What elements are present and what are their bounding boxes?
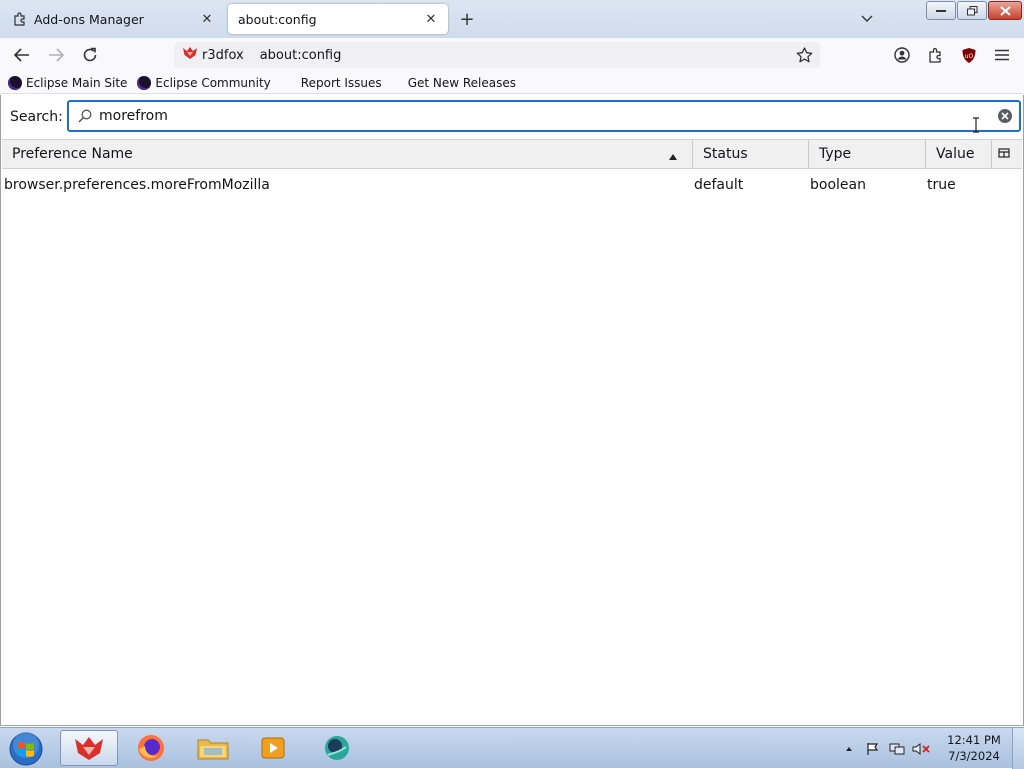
column-header-label: Type	[819, 146, 852, 162]
taskbar-r3dfox-button[interactable]	[60, 730, 118, 766]
taskbar-app-button[interactable]	[308, 730, 366, 766]
clear-search-icon[interactable]	[997, 108, 1013, 124]
eclipse-icon	[137, 75, 152, 90]
svg-text:uO: uO	[965, 53, 974, 60]
identity-box[interactable]: r3dfox	[176, 44, 250, 66]
table-row[interactable]: browser.preferences.moreFromMozilla defa…	[2, 171, 1022, 199]
cell-value: true	[927, 177, 956, 193]
folder-icon	[197, 739, 229, 760]
window-controls	[926, 1, 1022, 20]
column-header-preference-name[interactable]: Preference Name	[2, 140, 692, 168]
firefox-icon	[138, 735, 164, 761]
search-icon	[77, 108, 93, 124]
bookmark-star-icon[interactable]	[792, 43, 816, 67]
ublock-shield-icon[interactable]: uO	[957, 43, 981, 67]
tab-close-icon[interactable]: ✕	[422, 10, 440, 28]
app-globe-icon	[325, 736, 349, 760]
search-box[interactable]	[67, 100, 1021, 132]
extensions-puzzle-icon[interactable]	[924, 43, 948, 67]
puzzle-icon	[12, 11, 28, 27]
url-bar[interactable]: r3dfox about:config	[174, 42, 820, 68]
action-center-flag-icon[interactable]	[864, 740, 882, 758]
column-header-label: Preference Name	[12, 146, 133, 162]
clock[interactable]: 12:41 PM 7/3/2024	[940, 732, 1008, 764]
bookmark-eclipse-main-site[interactable]: Eclipse Main Site	[4, 73, 131, 93]
tab-strip: Add-ons Manager ✕ about:config ✕ +	[0, 0, 1024, 38]
column-picker-icon[interactable]	[998, 147, 1012, 161]
tab-title: about:config	[238, 11, 317, 27]
column-header-label: Value	[936, 146, 975, 162]
minimize-button[interactable]	[926, 1, 956, 20]
account-icon[interactable]	[890, 43, 914, 67]
bookmark-eclipse-community[interactable]: Eclipse Community	[133, 73, 274, 93]
network-icon[interactable]	[888, 740, 906, 758]
bookmark-label: Eclipse Main Site	[26, 75, 128, 90]
back-arrow-icon[interactable]	[10, 43, 34, 67]
text-cursor-icon	[971, 117, 981, 133]
bookmark-report-issues[interactable]: Report Issues	[297, 73, 386, 93]
sort-ascending-icon	[668, 149, 678, 160]
volume-muted-icon[interactable]	[912, 740, 930, 758]
column-header-value[interactable]: Value	[925, 140, 991, 168]
hamburger-menu-icon[interactable]	[990, 43, 1014, 67]
clock-time: 12:41 PM	[947, 733, 1001, 747]
taskbar: 12:41 PM 7/3/2024	[0, 727, 1024, 769]
about-config-page: Search: Preference Name Status Type Valu…	[0, 95, 1024, 726]
clock-date: 7/3/2024	[948, 749, 1000, 763]
bookmark-get-new-releases[interactable]: Get New Releases	[404, 73, 520, 93]
start-button[interactable]	[6, 731, 46, 767]
bookmark-label: Get New Releases	[407, 75, 517, 90]
windows-logo-icon	[9, 732, 43, 766]
tab-title: Add-ons Manager	[34, 11, 144, 27]
eclipse-icon	[8, 75, 22, 90]
search-label: Search:	[10, 109, 63, 125]
identity-label: r3dfox	[202, 47, 244, 63]
media-player-icon	[261, 737, 285, 759]
cell-preference-name: browser.preferences.moreFromMozilla	[4, 177, 270, 193]
navigation-toolbar: r3dfox about:config uO	[0, 38, 1024, 72]
cell-type: boolean	[810, 177, 866, 193]
bookmark-label: Report Issues	[300, 75, 382, 90]
forward-arrow-icon[interactable]	[44, 43, 68, 67]
taskbar-firefox-button[interactable]	[122, 730, 180, 766]
list-all-tabs-chevron-icon[interactable]	[856, 8, 878, 30]
system-tray	[840, 728, 930, 769]
new-tab-plus-icon[interactable]: +	[456, 8, 478, 30]
column-header-status[interactable]: Status	[692, 140, 808, 168]
show-hidden-icons-arrow-icon[interactable]	[840, 740, 858, 758]
cell-status: default	[694, 177, 744, 193]
taskbar-explorer-button[interactable]	[184, 730, 242, 766]
browser-logo-icon	[182, 46, 198, 64]
search-input[interactable]	[97, 107, 977, 125]
bookmark-label: Eclipse Community	[155, 75, 271, 90]
url-text[interactable]: about:config	[260, 48, 792, 63]
reload-icon[interactable]	[78, 43, 102, 67]
tab-about-config[interactable]: about:config ✕	[228, 4, 448, 34]
r3dfox-icon	[75, 737, 103, 760]
bookmarks-toolbar: Eclipse Main Site Eclipse Community Repo…	[0, 72, 1024, 94]
taskbar-media-player-button[interactable]	[244, 730, 302, 766]
tab-close-icon[interactable]: ✕	[198, 10, 216, 28]
tab-addons-manager[interactable]: Add-ons Manager ✕	[2, 4, 224, 34]
table-header: Preference Name Status Type Value	[2, 139, 1022, 169]
column-header-type[interactable]: Type	[808, 140, 925, 168]
close-window-button[interactable]	[988, 1, 1022, 20]
restore-button[interactable]	[957, 1, 987, 20]
search-row: Search:	[1, 99, 1023, 135]
column-header-label: Status	[703, 146, 748, 162]
show-desktop-button[interactable]	[1012, 728, 1024, 769]
